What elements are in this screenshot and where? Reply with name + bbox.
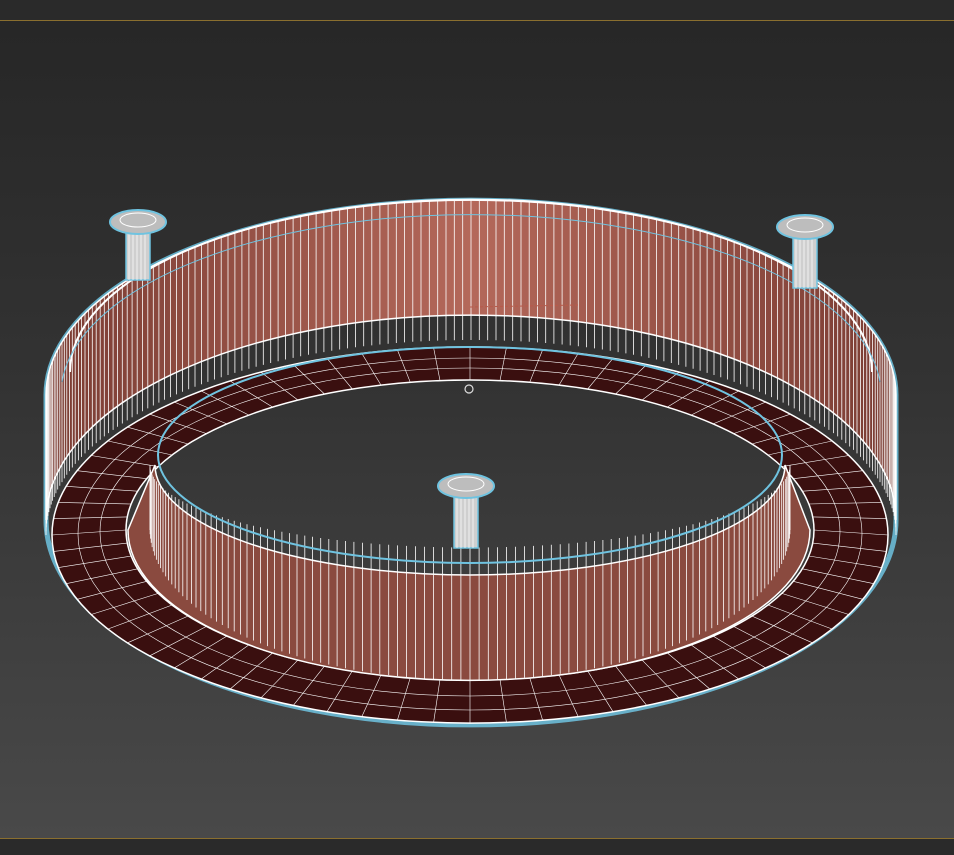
rod-center[interactable]	[437, 473, 495, 549]
viewport-bottom-border	[0, 838, 954, 855]
wireframe-scene[interactable]	[0, 0, 954, 855]
viewport-perspective[interactable]	[0, 0, 954, 855]
